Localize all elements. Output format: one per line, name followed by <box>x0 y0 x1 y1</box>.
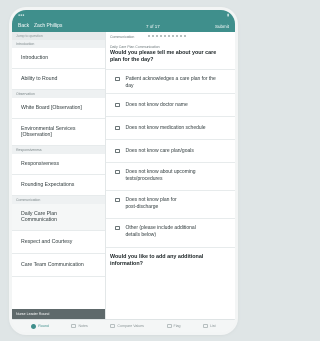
tab-label: Compare Values <box>117 324 144 328</box>
option-doctor-name[interactable]: Does not know doctor name <box>106 93 235 116</box>
option-label: Does not know medication schedule <box>125 125 206 131</box>
option-medication-schedule[interactable]: Does not know medication schedule <box>106 116 235 139</box>
sidebar-item-responsiveness[interactable]: Responsiveness <box>12 154 105 175</box>
sidebar-item-label: Care Team Communication <box>21 261 84 268</box>
round-icon <box>31 323 37 329</box>
progress-dot <box>156 35 158 37</box>
submit-button[interactable]: Submit <box>215 24 229 29</box>
patient-name: Zach Phillips <box>34 23 63 29</box>
tab-round[interactable]: Round <box>31 323 49 329</box>
option-label: Patient acknowledges a care plan for the… <box>125 76 216 89</box>
progress-dot <box>148 35 150 37</box>
notes-icon <box>71 324 77 328</box>
status-left: ●●● <box>18 13 25 17</box>
compare-icon <box>110 324 116 328</box>
checkbox[interactable] <box>115 102 120 107</box>
nav-bar: Back Zach Phillips 7 of 17 Submit <box>12 20 235 32</box>
checkbox[interactable] <box>115 225 120 230</box>
question-sidebar: Jump to question Introduction Introducti… <box>12 32 106 319</box>
option-label: Does not know doctor name <box>125 102 188 108</box>
tab-compare-values[interactable]: Compare Values <box>110 324 144 328</box>
sidebar-item-white-board[interactable]: White Board [Observation] <box>12 98 105 119</box>
progress-dot <box>172 35 174 37</box>
sidebar-item-care-team-communication[interactable]: Care Team Communication <box>12 254 105 277</box>
battery-icon: ▮ <box>227 13 229 17</box>
question-panel: Communication Daily Care Plan Communicat… <box>106 32 235 319</box>
checkbox[interactable] <box>115 148 120 153</box>
option-label: Does not know about upcoming tests/proce… <box>125 169 196 182</box>
sidebar-item-introduction[interactable]: Introduction <box>12 48 105 69</box>
nurse-leader-round-bar[interactable]: Nurse Leader Round <box>12 309 105 319</box>
section-header-responsiveness: Responsiveness <box>12 146 105 154</box>
progress-dot <box>168 35 170 37</box>
progress-dot <box>180 35 182 37</box>
checkbox[interactable] <box>115 76 120 81</box>
tab-list[interactable]: List <box>203 324 216 328</box>
sidebar-item-label: Respect and Courtesy <box>21 238 73 245</box>
section-header-observation: Observation <box>12 90 105 98</box>
option-patient-acknowledges[interactable]: Patient acknowledges a care plan for the… <box>106 69 235 93</box>
question-position: 7 of 17 <box>146 23 160 29</box>
sidebar-item-ability-to-round[interactable]: Ability to Round <box>12 69 105 90</box>
sidebar-item-label: Environmental Services [Observation] <box>21 125 76 139</box>
sidebar-item-rounding-expectations[interactable]: Rounding Expectations <box>12 175 105 196</box>
option-care-plan-goals[interactable]: Does not know care plan/goals <box>106 139 235 162</box>
progress-dot <box>160 35 162 37</box>
list-icon <box>203 324 209 328</box>
sidebar-item-label: Rounding Expectations <box>21 181 75 188</box>
flag-icon <box>166 324 172 328</box>
checkbox[interactable] <box>115 125 120 130</box>
progress-dot <box>184 35 186 37</box>
search-input[interactable]: Jump to question <box>12 32 105 40</box>
tab-flag[interactable]: Flag <box>166 324 181 328</box>
sidebar-item-label: Daily Care Plan Communication <box>21 210 58 224</box>
tab-label: Flag <box>173 324 181 328</box>
progress-dot <box>176 35 178 37</box>
section-header-communication: Communication <box>12 196 105 204</box>
followup-question: Would you like to add any additional inf… <box>110 254 204 268</box>
sidebar-item-label: Ability to Round <box>21 75 58 82</box>
question-subheading: Daily Care Plan Communication <box>110 45 160 49</box>
content-area: Jump to question Introduction Introducti… <box>12 32 235 319</box>
sidebar-item-respect-courtesy[interactable]: Respect and Courtesy <box>12 231 105 254</box>
tab-label: Round <box>38 324 49 328</box>
tab-bar: Round Notes Compare Values Flag List <box>12 319 235 332</box>
sidebar-item-label: Responsiveness <box>21 160 60 167</box>
progress-dot <box>152 35 154 37</box>
sidebar-item-daily-care-plan[interactable]: Daily Care Plan Communication <box>12 204 105 231</box>
status-bar: ●●● ▮ <box>12 10 235 20</box>
section-breadcrumb: Communication <box>110 35 135 39</box>
ipad-screen: ●●● ▮ Back Zach Phillips 7 of 17 Submit … <box>12 10 235 332</box>
option-label: Does not know care plan/goals <box>125 148 194 154</box>
progress-dot <box>164 35 166 37</box>
sidebar-item-environmental-services[interactable]: Environmental Services [Observation] <box>12 119 105 146</box>
progress-dots <box>148 35 186 37</box>
option-label: Does not know plan for post-discharge <box>125 197 177 210</box>
checkbox[interactable] <box>115 169 120 174</box>
tab-label: Notes <box>78 324 88 328</box>
sidebar-item-label: Introduction <box>21 54 49 61</box>
option-upcoming-tests[interactable]: Does not know about upcoming tests/proce… <box>106 162 235 190</box>
option-label: Other (please include additional details… <box>125 225 196 238</box>
option-other[interactable]: Other (please include additional details… <box>106 218 235 248</box>
option-post-discharge[interactable]: Does not know plan for post-discharge <box>106 190 235 218</box>
sidebar-item-label: White Board [Observation] <box>21 104 82 111</box>
checkbox[interactable] <box>115 197 120 202</box>
tab-label: List <box>210 324 216 328</box>
back-button[interactable]: Back <box>12 23 34 29</box>
section-header-introduction: Introduction <box>12 40 105 48</box>
question-text: Would you please tell me about your care… <box>110 50 217 64</box>
tab-notes[interactable]: Notes <box>71 324 88 328</box>
